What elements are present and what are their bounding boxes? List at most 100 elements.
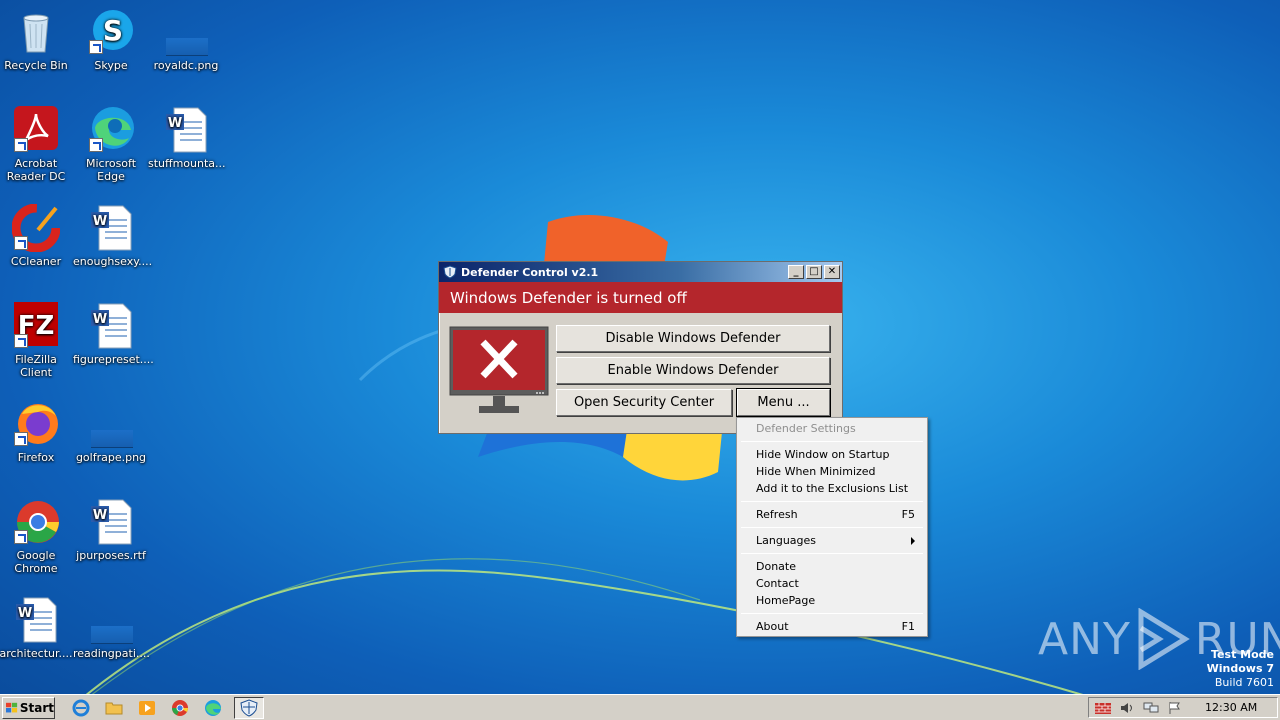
menu-item-homepage[interactable]: HomePage: [739, 592, 925, 609]
desktop-icon-figurepreset[interactable]: W figurepreset....: [73, 302, 154, 366]
menu-shortcut: F1: [901, 620, 915, 633]
desktop-icon-label: Firefox: [17, 451, 55, 464]
window-title-bar[interactable]: Defender Control v2.1 _ □ ✕: [439, 262, 842, 282]
desktop-icon-filezilla[interactable]: FZ FileZilla Client: [0, 302, 74, 379]
menu-separator: [741, 527, 923, 528]
desktop-icon-label: readingpati....: [73, 647, 150, 660]
menu-item-refresh[interactable]: Refresh F5: [739, 506, 925, 523]
anyrun-brand-left: ANY: [1038, 613, 1131, 665]
menu-item-label: HomePage: [756, 594, 816, 607]
play-icon: [1138, 608, 1190, 670]
watermark-line1: Test Mode: [1211, 648, 1274, 661]
desktop-icon-stuffmounta[interactable]: W stuffmounta...: [148, 106, 226, 170]
edge-icon: [205, 699, 221, 716]
desktop-icon-label: FileZilla Client: [15, 353, 57, 379]
firewall-icon[interactable]: [1095, 701, 1111, 715]
menu-item-label: About: [756, 620, 789, 633]
desktop-icon-firefox[interactable]: Firefox: [0, 400, 74, 464]
menu-item-hide-minimized[interactable]: Hide When Minimized: [739, 463, 925, 480]
word-doc-icon: W: [91, 205, 132, 251]
desktop-icon-enoughsexy[interactable]: W enoughsexy....: [73, 204, 153, 268]
start-label: Start: [19, 700, 54, 715]
shortcut-arrow-icon: [14, 432, 28, 446]
enable-defender-button[interactable]: Enable Windows Defender: [556, 357, 830, 384]
menu-item-hide-startup[interactable]: Hide Window on Startup: [739, 446, 925, 463]
window-title: Defender Control v2.1: [461, 265, 599, 279]
image-file-icon: [166, 38, 208, 56]
menu-item-label: Donate: [756, 560, 796, 573]
internet-explorer-icon: [72, 699, 90, 716]
desktop-icon-ccleaner[interactable]: CCleaner: [0, 204, 74, 268]
status-monitor-icon: [449, 326, 549, 413]
menu-item-add-exclusion[interactable]: Add it to the Exclusions List: [739, 480, 925, 497]
menu-item-label: Refresh: [756, 508, 798, 521]
menu-item-label: Hide Window on Startup: [756, 448, 890, 461]
taskbar-defender-control[interactable]: [234, 696, 264, 719]
shortcut-arrow-icon: [14, 334, 28, 348]
system-tray: 12:30 AM: [1088, 697, 1278, 718]
defender-control-window[interactable]: Defender Control v2.1 _ □ ✕ Windows Defe…: [438, 261, 843, 434]
menu-item-languages[interactable]: Languages: [739, 532, 925, 549]
svg-text:W: W: [93, 508, 107, 523]
desktop-icon-label: Acrobat Reader DC: [6, 157, 66, 183]
desktop-icon-label: enoughsexy....: [73, 255, 153, 268]
shortcut-arrow-icon: [14, 236, 28, 250]
desktop-icon-skype[interactable]: S Skype: [73, 8, 149, 72]
submenu-arrow-icon: [911, 536, 915, 545]
menu-shortcut: F5: [901, 508, 915, 521]
menu-separator: [741, 553, 923, 554]
action-center-flag-icon[interactable]: [1167, 701, 1183, 715]
status-banner: Windows Defender is turned off: [439, 282, 842, 313]
svg-text:W: W: [18, 606, 32, 621]
taskbar-explorer[interactable]: [102, 697, 126, 719]
svg-text:W: W: [93, 214, 107, 229]
taskbar-chrome[interactable]: [168, 697, 192, 719]
taskbar-edge[interactable]: [201, 697, 225, 719]
desktop-icon-label: royaldc.png: [153, 59, 219, 72]
close-button[interactable]: ✕: [824, 265, 840, 279]
desktop-icon-jpurposes[interactable]: W jpurposes.rtf: [73, 498, 149, 562]
shortcut-arrow-icon: [14, 138, 28, 152]
speaker-icon[interactable]: [1119, 701, 1135, 715]
defender-menu[interactable]: Defender Settings Hide Window on Startup…: [736, 417, 928, 637]
maximize-button[interactable]: □: [806, 265, 822, 279]
word-doc-icon: W: [91, 499, 132, 545]
menu-item-label: Hide When Minimized: [756, 465, 876, 478]
desktop-icon-recycle-bin[interactable]: Recycle Bin: [0, 8, 74, 72]
menu-button[interactable]: Menu ...: [736, 388, 831, 417]
desktop-icon-architectur[interactable]: W architectur....: [0, 596, 74, 660]
desktop-icon-royaldc[interactable]: royaldc.png: [148, 8, 224, 72]
desktop-icon-edge[interactable]: Microsoft Edge: [73, 106, 149, 183]
svg-text:W: W: [93, 312, 107, 327]
menu-item-about[interactable]: About F1: [739, 618, 925, 635]
clock[interactable]: 12:30 AM: [1205, 701, 1257, 714]
menu-header-label: Defender Settings: [756, 422, 856, 435]
folder-icon: [105, 702, 123, 714]
menu-separator: [741, 441, 923, 442]
start-button[interactable]: Start: [2, 696, 55, 719]
word-doc-icon: W: [166, 107, 207, 153]
recycle-bin-icon: [23, 14, 49, 53]
network-icon[interactable]: [1143, 701, 1159, 715]
shortcut-arrow-icon: [89, 138, 103, 152]
desktop-icon-label: figurepreset....: [73, 353, 154, 366]
shortcut-arrow-icon: [14, 530, 28, 544]
menu-separator: [741, 501, 923, 502]
desktop-icon-readingpati[interactable]: readingpati....: [73, 596, 150, 660]
svg-text:S: S: [103, 14, 123, 47]
minimize-button[interactable]: _: [788, 265, 804, 279]
desktop-icon-chrome[interactable]: Google Chrome: [0, 498, 74, 575]
chrome-icon: [172, 699, 189, 716]
disable-defender-button[interactable]: Disable Windows Defender: [556, 325, 830, 352]
open-security-center-button[interactable]: Open Security Center: [556, 389, 732, 416]
test-mode-watermark: Test Mode Windows 7 Build 7601: [1207, 648, 1274, 690]
taskbar-media-player[interactable]: [135, 697, 159, 719]
taskbar-ie[interactable]: [69, 697, 93, 719]
menu-item-label: Contact: [756, 577, 799, 590]
desktop-icon-golfrape[interactable]: golfrape.png: [73, 400, 149, 464]
menu-item-donate[interactable]: Donate: [739, 558, 925, 575]
word-doc-icon: W: [91, 303, 132, 349]
media-player-icon: [139, 700, 155, 715]
menu-item-contact[interactable]: Contact: [739, 575, 925, 592]
desktop-icon-acrobat[interactable]: Acrobat Reader DC: [0, 106, 74, 183]
